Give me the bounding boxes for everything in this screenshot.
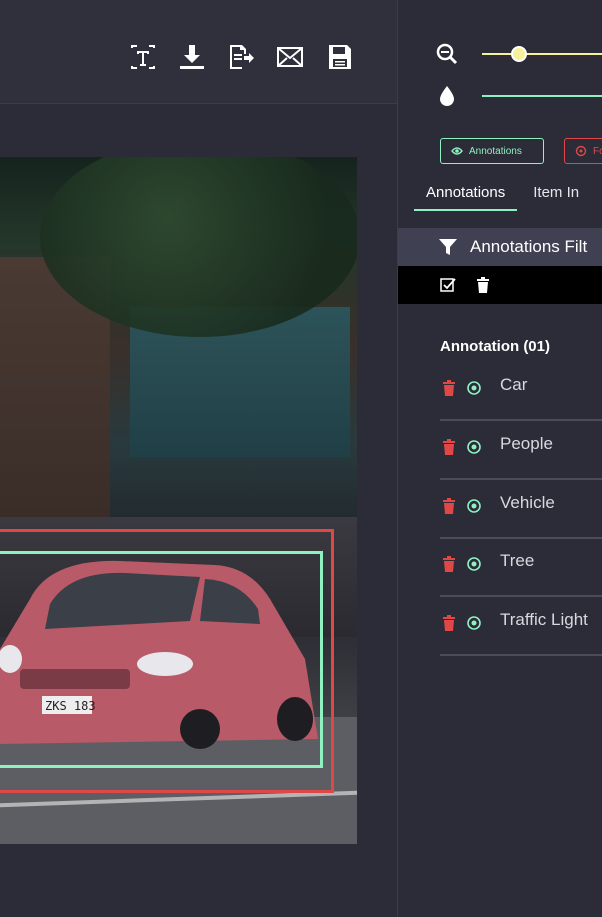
tab-annotations[interactable]: Annotations [414, 182, 518, 211]
locate-icon[interactable] [466, 615, 482, 631]
opacity-slider[interactable] [398, 84, 602, 108]
annotation-label: Traffic Light [500, 610, 588, 629]
delete-icon[interactable] [442, 498, 456, 514]
delete-icon[interactable] [442, 556, 456, 572]
delete-icon[interactable] [442, 380, 456, 396]
annotation-item[interactable]: Tree [440, 539, 602, 597]
annotations-chip[interactable]: Annotations [440, 138, 544, 164]
annotation-label: Tree [500, 551, 535, 570]
locate-icon[interactable] [466, 380, 482, 396]
annotation-label: People [500, 434, 553, 453]
filter-label: Annotations Filt [470, 237, 588, 256]
locate-icon[interactable] [466, 439, 482, 455]
image-workspace: ZKS 183 [0, 0, 397, 917]
zoom-knob[interactable] [511, 46, 527, 62]
delete-all-icon[interactable] [476, 277, 490, 293]
annotation-label: Car [500, 375, 528, 394]
locate-icon[interactable] [466, 498, 482, 514]
annotations-chip-label: Annotations [469, 145, 522, 157]
target-icon [575, 145, 587, 157]
annotation-sidebar: Annotations Fo Annotations Item In Annot… [397, 0, 602, 917]
zoom-slider[interactable] [398, 42, 602, 66]
opacity-drop-icon [436, 85, 458, 107]
email-icon[interactable] [275, 42, 305, 72]
annotation-count-title: Annotation (01) [440, 338, 550, 355]
export-icon[interactable] [226, 42, 256, 72]
annotation-item[interactable]: Car [440, 363, 602, 421]
locate-icon[interactable] [466, 556, 482, 572]
delete-icon[interactable] [442, 615, 456, 631]
annotation-item[interactable]: People [440, 422, 602, 480]
annotation-item[interactable]: Vehicle [440, 481, 602, 539]
eye-icon [451, 147, 463, 155]
annotation-label: Vehicle [500, 493, 555, 512]
tab-item-info[interactable]: Item In [533, 182, 579, 211]
second-chip[interactable]: Fo [564, 138, 602, 164]
zoom-track [482, 53, 602, 55]
bulk-actions-bar [398, 266, 602, 304]
save-icon[interactable] [325, 42, 355, 72]
bounding-box-green[interactable] [0, 551, 323, 768]
sidebar-tabs: Annotations Item In [414, 182, 579, 211]
zoom-out-icon [436, 43, 458, 65]
filter-icon [439, 239, 457, 255]
download-icon[interactable] [177, 42, 207, 72]
text-tool-icon[interactable] [128, 42, 158, 72]
second-chip-label: Fo [593, 145, 602, 157]
annotation-item[interactable]: Traffic Light [440, 598, 602, 656]
annotations-filter-bar[interactable]: Annotations Filt [398, 228, 602, 266]
delete-icon[interactable] [442, 439, 456, 455]
select-all-checkbox-icon[interactable] [440, 277, 456, 293]
opacity-track [482, 95, 602, 97]
top-toolbar [0, 0, 397, 104]
